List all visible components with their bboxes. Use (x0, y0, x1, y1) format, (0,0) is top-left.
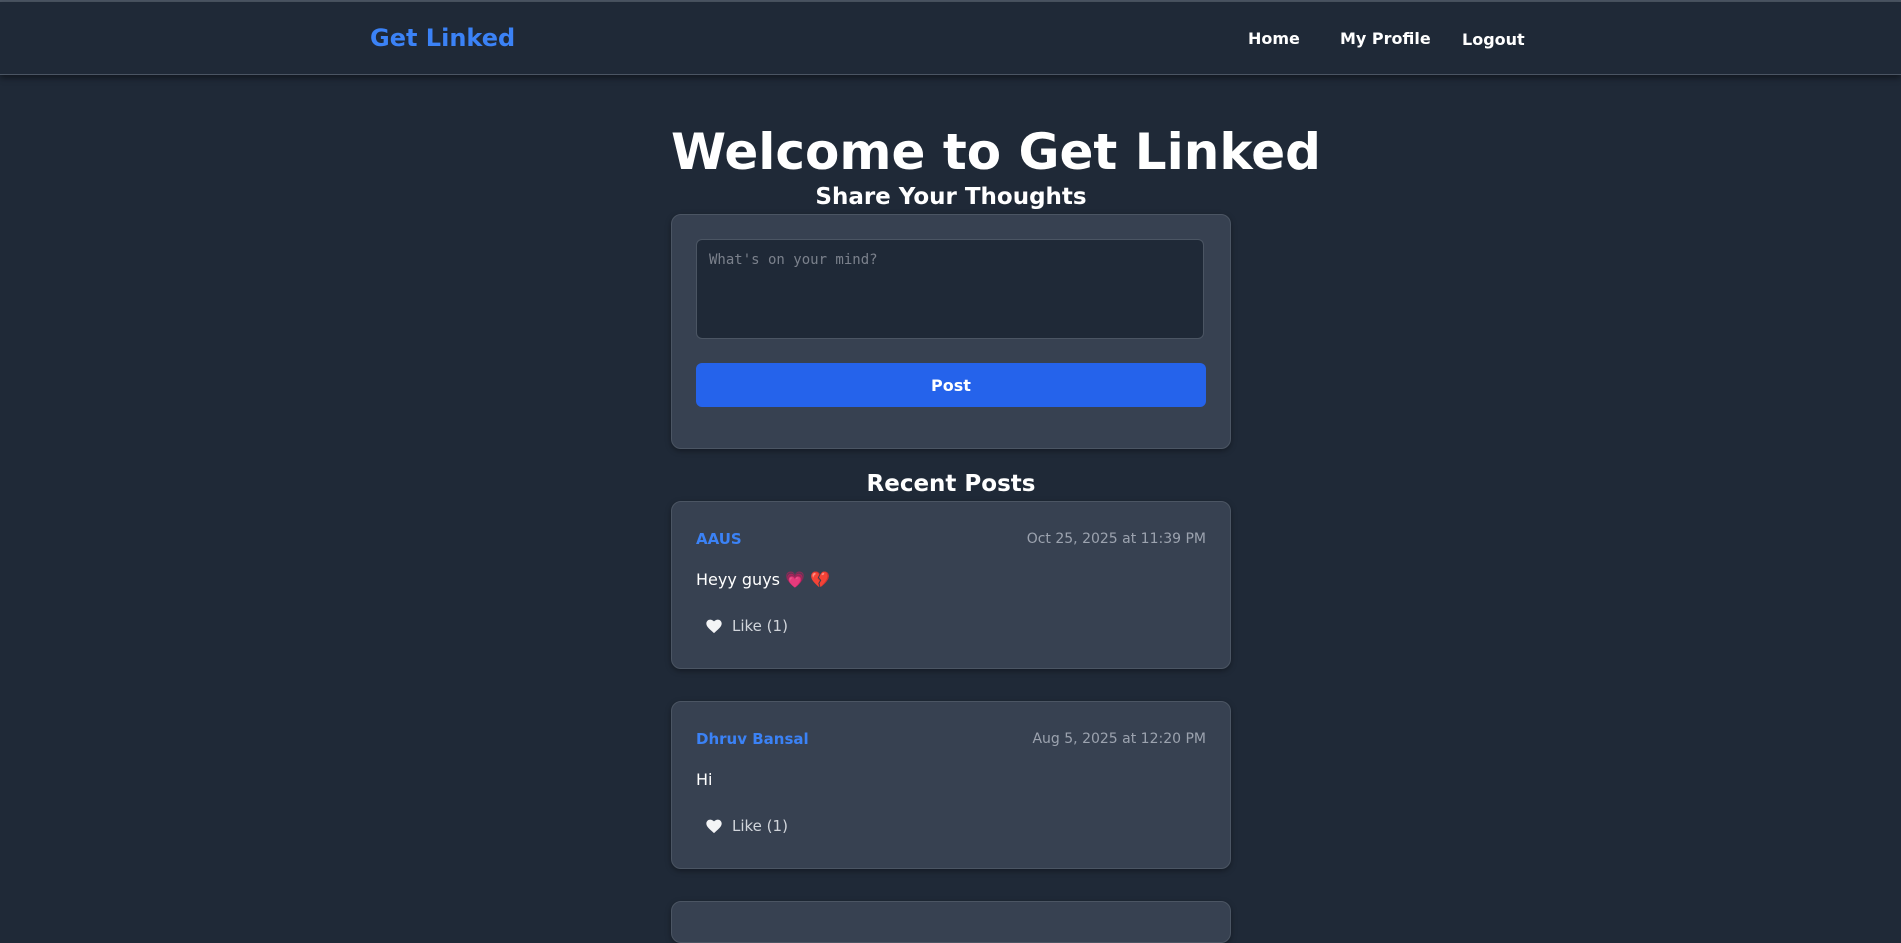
brand-logo[interactable]: Get Linked (370, 24, 515, 52)
post-text-input[interactable] (696, 239, 1204, 339)
post-composer: Post (671, 214, 1231, 449)
nav-profile-link[interactable]: My Profile (1340, 29, 1431, 48)
post-timestamp: Aug 5, 2025 at 12:20 PM (1032, 731, 1206, 747)
post-content: Heyy guys 💗 💔 (696, 570, 831, 589)
navbar: Get Linked Home My Profile Logout (0, 2, 1901, 75)
post-author[interactable]: AAUS (696, 530, 742, 548)
post-card (671, 901, 1231, 943)
heart-icon (706, 819, 722, 833)
post-timestamp: Oct 25, 2025 at 11:39 PM (1026, 531, 1206, 547)
recent-posts-heading: Recent Posts (866, 471, 1036, 497)
like-button[interactable]: Like (1) (696, 810, 798, 842)
nav-logout-link[interactable]: Logout (1462, 30, 1525, 49)
like-button[interactable]: Like (1) (696, 610, 798, 642)
post-content: Hi (696, 770, 713, 789)
post-author[interactable]: Dhruv Bansal (696, 730, 809, 748)
share-heading: Share Your Thoughts (815, 184, 1087, 210)
page-title: Welcome to Get Linked (671, 123, 1321, 181)
nav-home-link[interactable]: Home (1248, 29, 1300, 48)
post-card: Dhruv Bansal Aug 5, 2025 at 12:20 PM Hi … (671, 701, 1231, 869)
like-label: Like (1) (732, 617, 788, 635)
post-button[interactable]: Post (696, 363, 1206, 407)
like-label: Like (1) (732, 817, 788, 835)
heart-icon (706, 619, 722, 633)
post-card: AAUS Oct 25, 2025 at 11:39 PM Heyy guys … (671, 501, 1231, 669)
